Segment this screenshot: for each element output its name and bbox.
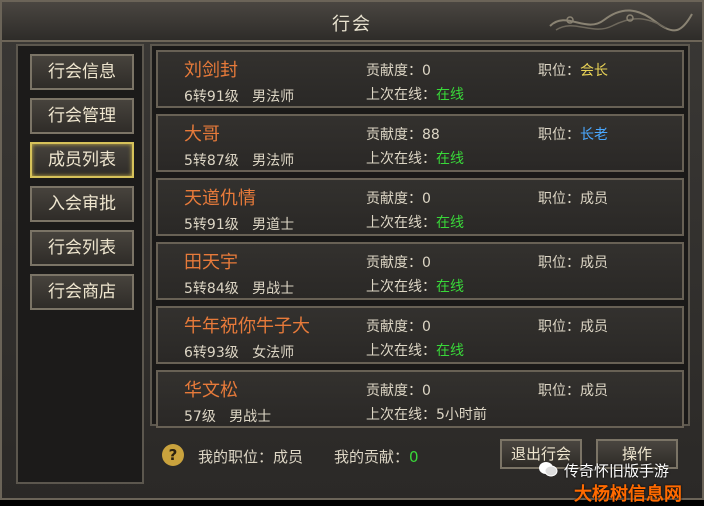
watermark-line2: 大杨树信息网 xyxy=(574,484,682,505)
member-last-online: 上次在线：在线 xyxy=(366,343,464,359)
member-last-online: 上次在线：在线 xyxy=(366,151,464,167)
member-position: 职位：成员 xyxy=(538,319,608,335)
my-position: 我的职位：成员 xyxy=(198,448,304,466)
member-position: 职位：成员 xyxy=(538,255,608,271)
member-contribution: 贡献度：0 xyxy=(366,191,431,207)
member-level: 6转91级 男法师 xyxy=(184,89,295,105)
help-question-icon[interactable]: ? xyxy=(162,444,184,466)
member-contribution: 贡献度：0 xyxy=(366,383,431,399)
member-name: 天道仇情 xyxy=(184,188,256,209)
member-last-online: 上次在线：5小时前 xyxy=(366,407,487,423)
member-last-online: 上次在线：在线 xyxy=(366,215,464,231)
member-row[interactable]: 天道仇情 5转91级 男道士 贡献度：0 上次在线：在线 职位：成员 xyxy=(156,178,684,236)
member-level: 57级 男战士 xyxy=(184,409,272,425)
sidebar-item-guild-list[interactable]: 行会列表 xyxy=(30,230,134,266)
watermark-line1: 传奇怀旧版手游 xyxy=(564,462,670,480)
member-list: 刘剑封 6转91级 男法师 贡献度：0 上次在线：在线 职位：会长 大哥 5转8… xyxy=(150,44,690,428)
my-contribution: 我的贡献：0 xyxy=(334,448,419,466)
member-row[interactable]: 田天宇 5转84级 男战士 贡献度：0 上次在线：在线 职位：成员 xyxy=(156,242,684,300)
sidebar-item-member-list[interactable]: 成员列表 xyxy=(30,142,134,178)
member-contribution: 贡献度：0 xyxy=(366,255,431,271)
member-level: 5转87级 男法师 xyxy=(184,153,295,169)
member-position: 职位：会长 xyxy=(538,63,608,79)
member-level: 6转93级 女法师 xyxy=(184,345,295,361)
dragon-ornament-icon xyxy=(549,9,693,32)
wechat-icon xyxy=(539,462,558,477)
member-level: 5转91级 男道士 xyxy=(184,217,295,233)
sidebar-item-guild-shop[interactable]: 行会商店 xyxy=(30,274,134,310)
member-level: 5转84级 男战士 xyxy=(184,281,295,297)
member-name: 大哥 xyxy=(184,124,220,145)
member-contribution: 贡献度：0 xyxy=(366,319,431,335)
member-row[interactable]: 华文松 57级 男战士 贡献度：0 上次在线：5小时前 职位：成员 xyxy=(156,370,684,428)
member-name: 田天宇 xyxy=(184,252,238,273)
member-row[interactable]: 刘剑封 6转91级 男法师 贡献度：0 上次在线：在线 职位：会长 xyxy=(156,50,684,108)
sidebar-item-join-approval[interactable]: 入会审批 xyxy=(30,186,134,222)
member-row[interactable]: 牛年祝你牛子大 6转93级 女法师 贡献度：0 上次在线：在线 职位：成员 xyxy=(156,306,684,364)
member-position: 职位：成员 xyxy=(538,383,608,399)
title-bar[interactable]: 行会 xyxy=(2,2,702,42)
sidebar-item-guild-manage[interactable]: 行会管理 xyxy=(30,98,134,134)
watermark: 传奇怀旧版手游 大杨树信息网 xyxy=(532,454,704,505)
member-last-online: 上次在线：在线 xyxy=(366,279,464,295)
member-position: 职位：成员 xyxy=(538,191,608,207)
member-name: 华文松 xyxy=(184,380,238,401)
member-contribution: 贡献度：88 xyxy=(366,127,440,143)
member-last-online: 上次在线：在线 xyxy=(366,87,464,103)
sidebar-item-guild-info[interactable]: 行会信息 xyxy=(30,54,134,90)
sidebar: 行会信息 行会管理 成员列表 入会审批 行会列表 行会商店 xyxy=(16,44,144,484)
member-contribution: 贡献度：0 xyxy=(366,63,431,79)
member-row[interactable]: 大哥 5转87级 男法师 贡献度：88 上次在线：在线 职位：长老 xyxy=(156,114,684,172)
member-position: 职位：长老 xyxy=(538,127,608,143)
member-name: 刘剑封 xyxy=(184,60,238,81)
guild-window: 行会 行会信息 行会管理 成员列表 入会审批 行会列表 行会商店 刘剑封 6转9… xyxy=(0,0,704,505)
member-name: 牛年祝你牛子大 xyxy=(184,316,310,337)
